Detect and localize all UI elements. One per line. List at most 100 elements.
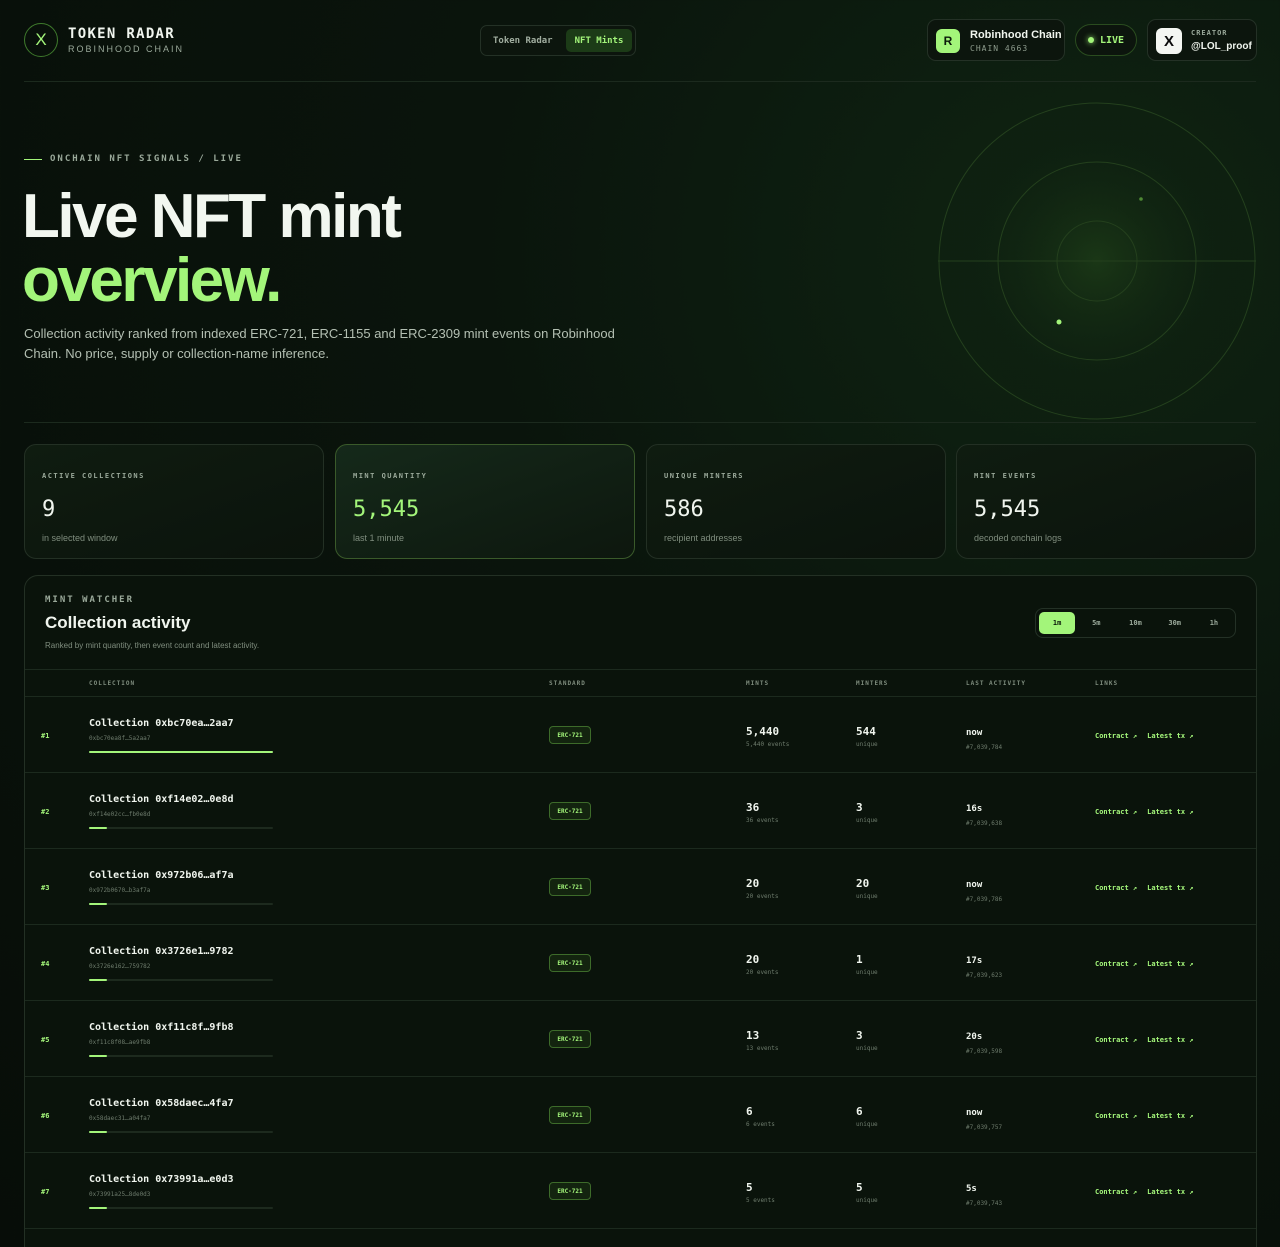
- hero-eyebrow-text: ONCHAIN NFT SIGNALS / LIVE: [50, 154, 243, 164]
- mint-share-fill: [89, 903, 108, 905]
- x-logo-icon: X: [1156, 28, 1182, 54]
- col-minters[interactable]: MINTERS: [856, 680, 888, 687]
- range-1h-button[interactable]: 1h: [1196, 612, 1232, 634]
- mint-count: 20: [746, 877, 760, 890]
- top-bar: X TOKEN RADAR ROBINHOOD CHAIN Token Rada…: [24, 0, 1257, 82]
- standard-badge: ERC-721: [549, 954, 591, 972]
- row-rank: #5: [41, 1036, 50, 1044]
- tab-nft-mints[interactable]: NFT Mints: [565, 29, 633, 52]
- stat-sub: decoded onchain logs: [974, 533, 1062, 543]
- range-1m-button[interactable]: 1m: [1039, 612, 1076, 634]
- range-30m-button[interactable]: 30m: [1157, 612, 1193, 634]
- mint-events: 13 events: [746, 1045, 779, 1052]
- table-row[interactable]: #2 Collection 0xf14e02…0e8d 0xf14e02cc…fb0…: [25, 773, 1256, 849]
- radar-graphic: [938, 102, 1256, 420]
- contract-link[interactable]: Contract ↗: [1095, 1036, 1137, 1044]
- mint-events: 6 events: [746, 1121, 775, 1128]
- collection-name[interactable]: Collection 0x3726e1…9782: [89, 946, 234, 957]
- table-row[interactable]: #1 Collection 0xbc70ea…2aa7 0xbc70ea8f…5a2…: [25, 697, 1256, 773]
- table-header: COLLECTION STANDARD MINTS MINTERS LAST A…: [25, 669, 1256, 697]
- stat-card-mint-events: MINT EVENTS 5,545 decoded onchain logs: [956, 444, 1256, 559]
- latest-tx-link[interactable]: Latest tx ↗: [1147, 1112, 1193, 1120]
- row-links: Contract ↗ Latest tx ↗: [1095, 960, 1194, 968]
- stat-sub: recipient addresses: [664, 533, 743, 543]
- row-links: Contract ↗ Latest tx ↗: [1095, 1112, 1194, 1120]
- mint-share-fill: [89, 1131, 108, 1133]
- standard-badge: ERC-721: [549, 802, 591, 820]
- last-activity: now: [966, 1108, 983, 1118]
- mint-share-bar: [89, 1055, 273, 1057]
- col-links: LINKS: [1095, 680, 1119, 687]
- table-row[interactable]: #4 Collection 0x3726e1…9782 0x3726e162…759…: [25, 925, 1256, 1001]
- table-row[interactable]: #5 Collection 0xf11c8f…9fb8 0xf11c8f08…ae9…: [25, 1001, 1256, 1077]
- latest-tx-link[interactable]: Latest tx ↗: [1147, 732, 1193, 740]
- eyebrow-line: [24, 158, 42, 160]
- contract-link[interactable]: Contract ↗: [1095, 960, 1137, 968]
- chain-selector[interactable]: R Robinhood Chain CHAIN 4663: [927, 19, 1065, 61]
- latest-tx-link[interactable]: Latest tx ↗: [1147, 960, 1193, 968]
- radar-blip: [1056, 319, 1062, 325]
- stat-label: MINT EVENTS: [974, 472, 1037, 480]
- page-title: Live NFT mint overview.: [22, 182, 402, 313]
- last-activity: now: [966, 728, 983, 738]
- collection-address: 0x3726e162…759782: [89, 963, 151, 970]
- contract-link[interactable]: Contract ↗: [1095, 1188, 1137, 1196]
- table-row[interactable]: #6 Collection 0x58daec…4fa7 0x58daec31…a04…: [25, 1077, 1256, 1153]
- mint-share-fill: [89, 979, 108, 981]
- standard-badge: ERC-721: [549, 878, 591, 896]
- page-title-line1: Live NFT mint: [22, 182, 402, 251]
- stat-value: 9: [42, 497, 56, 522]
- latest-tx-link[interactable]: Latest tx ↗: [1147, 1188, 1193, 1196]
- table-row[interactable]: #3 Collection 0x972b06…af7a 0x972b0670…b3a…: [25, 849, 1256, 925]
- minter-count: 20: [856, 877, 870, 890]
- collection-address: 0x972b0670…b3af7a: [89, 887, 151, 894]
- collection-name[interactable]: Collection 0xf11c8f…9fb8: [89, 1022, 234, 1033]
- col-mints[interactable]: MINTS: [746, 680, 769, 687]
- latest-tx-link[interactable]: Latest tx ↗: [1147, 1036, 1193, 1044]
- contract-link[interactable]: Contract ↗: [1095, 884, 1137, 892]
- mint-share-fill: [89, 1055, 108, 1057]
- block-number: #7,039,623: [966, 972, 1003, 979]
- col-last-activity[interactable]: LAST ACTIVITY: [966, 680, 1026, 687]
- minter-count: 1: [856, 953, 863, 966]
- col-standard[interactable]: STANDARD: [549, 680, 586, 687]
- table-row[interactable]: #7 Collection 0x73991a…e0d3 0x73991a25…8de…: [25, 1153, 1256, 1229]
- contract-link[interactable]: Contract ↗: [1095, 1112, 1137, 1120]
- mint-share-bar: [89, 827, 273, 829]
- last-activity: 16s: [966, 804, 983, 814]
- chain-name: Robinhood Chain: [970, 29, 1062, 41]
- creator-link[interactable]: X CREATOR @LOL_proof: [1147, 19, 1257, 61]
- collection-name[interactable]: Collection 0xbc70ea…2aa7: [89, 718, 234, 729]
- collection-name[interactable]: Collection 0x972b06…af7a: [89, 870, 234, 881]
- collection-name[interactable]: Collection 0xf14e02…0e8d: [89, 794, 234, 805]
- tab-token-radar[interactable]: Token Radar: [484, 29, 562, 52]
- logo-icon[interactable]: X: [24, 23, 58, 57]
- collection-name[interactable]: Collection 0x73991a…e0d3: [89, 1174, 234, 1185]
- nav-tabs: Token Radar NFT Mints: [480, 25, 637, 56]
- block-number: #7,039,786: [966, 896, 1003, 903]
- last-activity: 17s: [966, 956, 983, 966]
- standard-badge: ERC-721: [549, 1182, 591, 1200]
- latest-tx-link[interactable]: Latest tx ↗: [1147, 884, 1193, 892]
- latest-tx-link[interactable]: Latest tx ↗: [1147, 808, 1193, 816]
- mint-count: 5,440: [746, 725, 780, 738]
- contract-link[interactable]: Contract ↗: [1095, 808, 1137, 816]
- live-label: LIVE: [1099, 34, 1125, 46]
- stat-card-active-collections: ACTIVE COLLECTIONS 9 in selected window: [24, 444, 324, 559]
- collection-address: 0x58daec31…a04fa7: [89, 1115, 151, 1122]
- range-5m-button[interactable]: 5m: [1078, 612, 1114, 634]
- mint-share-fill: [89, 827, 108, 829]
- panel-eyebrow: MINT WATCHER: [45, 595, 135, 605]
- collection-name[interactable]: Collection 0x58daec…4fa7: [89, 1098, 234, 1109]
- last-activity: now: [966, 880, 983, 890]
- contract-link[interactable]: Contract ↗: [1095, 732, 1137, 740]
- mint-share-bar: [89, 903, 273, 905]
- row-links: Contract ↗ Latest tx ↗: [1095, 1188, 1194, 1196]
- row-rank: #7: [41, 1188, 50, 1196]
- row-links: Contract ↗ Latest tx ↗: [1095, 808, 1194, 816]
- col-collection[interactable]: COLLECTION: [89, 680, 135, 687]
- stat-value: 5,545: [974, 497, 1041, 522]
- panel-subtitle: Ranked by mint quantity, then event coun…: [45, 641, 260, 650]
- range-10m-button[interactable]: 10m: [1117, 612, 1153, 634]
- minter-count: 3: [856, 1029, 863, 1042]
